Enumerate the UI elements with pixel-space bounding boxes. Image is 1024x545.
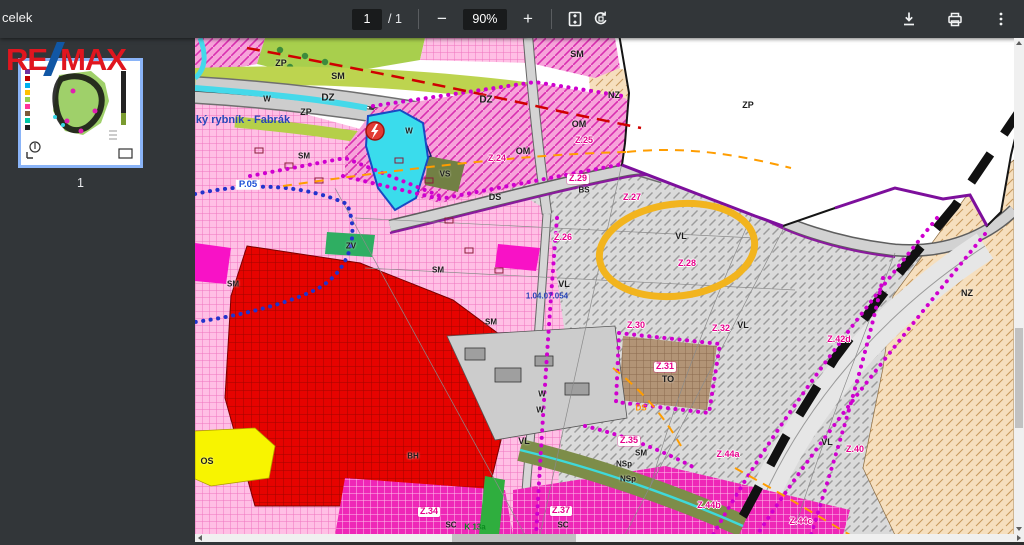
print-icon [946,10,964,28]
zoom-out-button[interactable]: − [429,6,455,32]
fit-page-icon [566,10,584,28]
toolbar-divider [551,9,552,29]
thumbnail-page-number: 1 [18,176,143,190]
download-icon [900,10,918,28]
scroll-left-arrow[interactable] [198,535,202,541]
horizontal-scrollbar[interactable] [195,534,1024,542]
more-vert-icon [992,10,1010,28]
zoom-in-button[interactable]: + [515,6,541,32]
fit-page-button[interactable] [562,6,588,32]
scroll-right-arrow[interactable] [1017,535,1021,541]
page-count-label: / 1 [388,12,402,26]
toolbar-right-controls [896,0,1014,38]
rotate-ccw-icon [592,10,610,28]
rotate-button[interactable] [588,6,614,32]
page-number-input[interactable]: 1 [352,9,382,30]
location-marker-pin [366,122,384,140]
scroll-up-arrow[interactable] [1016,41,1022,45]
thumbnail-map-preview [21,61,140,165]
vertical-scrollbar-thumb[interactable] [1015,328,1023,428]
thumbnail-sidebar: 1 [0,38,195,545]
remax-logo-max: MAX [60,44,126,75]
download-button[interactable] [896,6,922,32]
pdf-viewer-window: { "browser": { "doc_title": "celek" }, "… [0,0,1024,545]
toolbar-divider [418,9,419,29]
pdf-toolbar: celek 1 / 1 − 90% + [0,0,1024,38]
zoom-level-input[interactable]: 90% [463,9,507,30]
remax-logo-re: RE [6,44,47,75]
toolbar-center-controls: 1 / 1 − 90% + [352,0,614,38]
vertical-scrollbar[interactable] [1014,38,1024,534]
more-options-button[interactable] [988,6,1014,32]
scroll-down-arrow[interactable] [1016,527,1022,531]
pdf-page-zoning-map[interactable]: ZPSMSMDZDZZPWZPNZOMOMZ.25Z.24ký rybník -… [195,38,1014,535]
print-button[interactable] [942,6,968,32]
zoning-map-graphic [195,38,1014,535]
remax-logo: RE MAX [6,42,126,76]
document-title: celek [2,10,32,25]
horizontal-scrollbar-thumb[interactable] [452,534,576,542]
